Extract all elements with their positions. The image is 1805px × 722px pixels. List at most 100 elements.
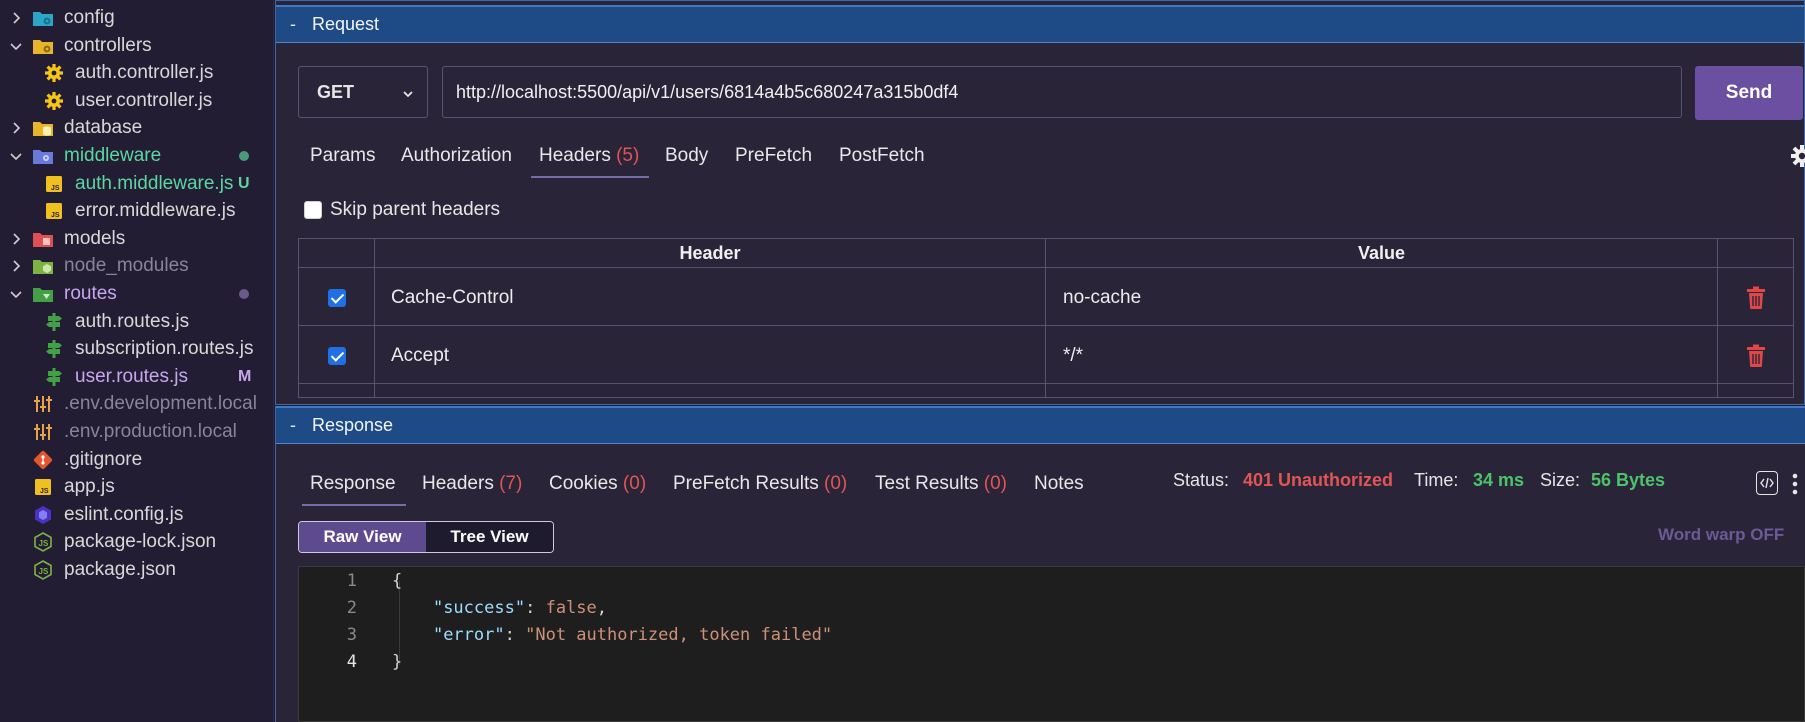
tab-response[interactable]: Response	[302, 473, 406, 506]
chevron-down-icon[interactable]	[7, 37, 25, 55]
gear-file-icon	[43, 90, 65, 112]
tab-cookies[interactable]: Cookies (0)	[549, 473, 646, 495]
chevron-right-icon[interactable]	[7, 257, 25, 275]
eslint-icon	[32, 504, 54, 526]
git-status-badge: M	[238, 367, 252, 385]
explorer-item-label: auth.controller.js	[75, 62, 214, 84]
tab-postfetch[interactable]: PostFetch	[839, 145, 925, 167]
checkbox[interactable]	[328, 346, 346, 365]
app-window: config controllers auth.controller.js user.…	[0, 0, 1805, 722]
explorer-item-label: auth.middleware.js	[75, 172, 234, 194]
line-number: 2	[346, 597, 357, 618]
explorer-item-label: user.routes.js	[75, 365, 188, 387]
folder-database-icon	[32, 117, 54, 139]
git-status-badge: U	[238, 174, 250, 192]
tab-body[interactable]: Body	[665, 145, 708, 167]
line-number: 4	[346, 651, 357, 672]
status-label: Status:	[1173, 470, 1230, 490]
git-icon	[32, 449, 54, 471]
env-settings-icon	[32, 421, 54, 443]
action-column-title	[1718, 239, 1793, 268]
signpost-icon	[43, 366, 65, 388]
header-name-cell[interactable]: Cache-Control	[391, 269, 514, 326]
request-panel-header[interactable]: - Request	[276, 5, 1804, 43]
status-value: 401 Unauthorized	[1243, 470, 1394, 490]
explorer-item-label: subscription.routes.js	[75, 338, 254, 360]
method-select[interactable]: GET	[298, 66, 428, 118]
response-panel-title: Response	[312, 415, 394, 435]
checkbox-column-title	[299, 239, 374, 268]
line-number: 1	[346, 570, 357, 591]
url-input[interactable]: http://localhost:5500/api/v1/users/6814a…	[442, 66, 1682, 118]
nodejs-icon: JS	[32, 559, 54, 581]
file-explorer: config controllers auth.controller.js user.…	[0, 0, 274, 722]
chevron-down-icon[interactable]	[7, 147, 25, 165]
js-file-icon: JS	[43, 173, 65, 195]
trash-icon[interactable]	[1746, 269, 1766, 326]
word-wrap-toggle[interactable]: Word warp OFF	[1658, 525, 1784, 545]
chevron-right-icon[interactable]	[7, 230, 25, 248]
code-line: 3 "error": "Not authorized, token failed…	[299, 621, 1804, 648]
collapse-toggle[interactable]: -	[290, 14, 296, 35]
more-options-icon[interactable]	[1792, 472, 1798, 496]
header-enabled-checkbox[interactable]	[328, 269, 346, 326]
skip-parent-checkbox[interactable]	[304, 201, 322, 219]
header-name-cell[interactable]: Accept	[391, 327, 449, 384]
svg-text:JS: JS	[51, 185, 60, 192]
tab-params[interactable]: Params	[310, 145, 375, 167]
header-value-cell[interactable]: no-cache	[1063, 269, 1141, 326]
skip-parent-headers[interactable]: Skip parent headers	[304, 199, 500, 221]
tab-prefetch[interactable]: PreFetch	[735, 145, 812, 167]
response-body-editor[interactable]: 1 { 2 "success": false, 3 "error": "Not …	[298, 566, 1805, 722]
line-number: 3	[346, 624, 357, 645]
send-button[interactable]: Send	[1695, 66, 1803, 120]
tab-prefetch-results[interactable]: PreFetch Results (0)	[673, 473, 847, 495]
chevron-right-icon[interactable]	[7, 9, 25, 27]
tab-headers[interactable]: Headers (5)	[530, 145, 650, 178]
header-column-title: Header	[375, 239, 1045, 268]
checkbox[interactable]	[328, 288, 346, 307]
explorer-file[interactable]: JS package.json	[0, 554, 273, 586]
tab-label: Authorization	[401, 145, 512, 166]
tree-view-button[interactable]: Tree View	[426, 522, 553, 552]
code-line: 1 {	[299, 567, 1804, 594]
request-panel-title: Request	[312, 14, 380, 34]
chevron-down-icon[interactable]	[7, 285, 25, 303]
tab-test-results[interactable]: Test Results (0)	[875, 473, 1007, 495]
chevron-right-icon[interactable]	[7, 119, 25, 137]
tab-authorization[interactable]: Authorization	[401, 145, 512, 167]
code-text: }	[392, 651, 403, 672]
collapse-toggle[interactable]: -	[290, 415, 296, 436]
nodejs-icon: JS	[32, 531, 54, 553]
tab-label: Params	[310, 145, 376, 166]
folder-node-icon	[32, 255, 54, 277]
svg-text:JS: JS	[39, 567, 49, 576]
code-line: 2 "success": false,	[299, 594, 1804, 621]
tab-count: (5)	[610, 145, 640, 166]
tab-label: Cookies	[549, 473, 618, 494]
trash-icon[interactable]	[1746, 327, 1766, 384]
explorer-item-label: .gitignore	[64, 448, 143, 470]
folder-routes-icon	[32, 283, 54, 305]
chevron-down-icon	[401, 85, 415, 106]
explorer-item-label: eslint.config.js	[64, 503, 184, 525]
explorer-item-label: user.controller.js	[75, 89, 213, 111]
code-view-icon[interactable]	[1756, 471, 1778, 495]
header-value-cell[interactable]: */*	[1063, 327, 1083, 384]
request-panel: - Request GET http://localhost:5500/api/…	[275, 0, 1805, 405]
tab-label: Headers	[422, 473, 494, 494]
explorer-item-label: models	[64, 227, 126, 249]
tab-count: (0)	[617, 473, 647, 494]
explorer-item-label: middleware	[64, 145, 162, 166]
explorer-item-label: package.json	[64, 559, 176, 580]
response-panel-header[interactable]: - Response	[276, 406, 1805, 444]
js-file-icon: JS	[32, 476, 54, 498]
header-enabled-checkbox[interactable]	[328, 327, 346, 384]
explorer-item-label: config	[64, 7, 115, 28]
code-text: "error": "Not authorized, token failed"	[432, 624, 833, 645]
raw-view-button[interactable]: Raw View	[299, 522, 426, 552]
tab-headers[interactable]: Headers (7)	[422, 473, 522, 495]
tab-notes[interactable]: Notes	[1034, 473, 1084, 495]
tab-label: PostFetch	[839, 145, 925, 166]
gear-icon[interactable]	[1790, 144, 1805, 168]
